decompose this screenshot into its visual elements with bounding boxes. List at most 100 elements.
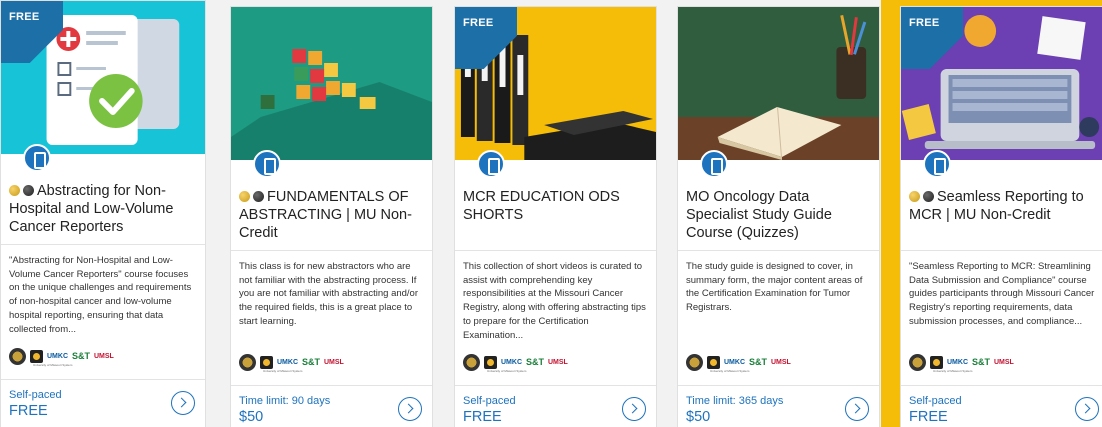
tablet-icon xyxy=(23,144,51,172)
course-title-text[interactable]: Seamless Reporting to MCR | MU Non-Credi… xyxy=(909,189,1084,223)
gold-badge-icon xyxy=(9,185,20,196)
course-description: The study guide is designed to cover, in… xyxy=(686,261,863,314)
course-thumbnail[interactable]: FREE xyxy=(901,7,1102,160)
free-ribbon-label: FREE xyxy=(909,17,940,29)
university-logos: UMKC S&T UMSL University of Missouri Sys… xyxy=(239,352,347,373)
tablet-icon xyxy=(253,150,281,178)
free-ribbon-label: FREE xyxy=(463,17,494,29)
university-logos: UMKC S&T UMSL University of Missouri Sys… xyxy=(686,352,794,373)
tiger-logo-icon xyxy=(484,355,497,369)
course-description: This class is for new abstractors who ar… xyxy=(239,261,419,327)
footer-divider xyxy=(678,385,879,386)
umkc-logo: UMKC xyxy=(277,358,298,366)
logo-caption: University of Missouri System xyxy=(487,369,527,373)
course-title[interactable]: MO Oncology Data Specialist Study Guide … xyxy=(686,188,871,242)
course-title[interactable]: Abstracting for Non-Hospital and Low-Vol… xyxy=(9,182,197,236)
university-logos: UMKC S&T UMSL University of Missouri Sys… xyxy=(9,346,117,367)
umkc-logo: UMKC xyxy=(47,352,68,360)
course-price: $50 xyxy=(686,409,711,425)
umkc-logo: UMKC xyxy=(724,358,745,366)
course-thumbnail[interactable] xyxy=(231,7,432,160)
tablet-icon xyxy=(700,150,728,178)
mu-seal-icon xyxy=(909,353,926,371)
umsl-logo: UMSL xyxy=(548,358,568,366)
open-course-button[interactable] xyxy=(1075,397,1099,421)
dark-badge-icon xyxy=(923,191,934,202)
umkc-logo: UMKC xyxy=(947,358,968,366)
course-card[interactable]: FREE Seamless Reporting to MCR | MU Non-… xyxy=(900,6,1102,427)
footer-divider xyxy=(901,385,1102,386)
st-logo: S&T xyxy=(526,357,544,367)
divider xyxy=(678,250,879,251)
mu-seal-icon xyxy=(686,353,703,371)
dark-badge-icon xyxy=(253,191,264,202)
gold-badge-icon xyxy=(239,191,250,202)
footer-divider xyxy=(231,385,432,386)
tiger-logo-icon xyxy=(930,355,943,369)
course-pace: Time limit: 365 days xyxy=(686,395,784,407)
course-price: FREE xyxy=(463,409,502,425)
course-pace: Self-paced xyxy=(463,395,516,407)
st-logo: S&T xyxy=(72,351,90,361)
course-card[interactable]: MO Oncology Data Specialist Study Guide … xyxy=(677,6,880,427)
free-ribbon-label: FREE xyxy=(9,11,40,23)
university-logos: UMKC S&T UMSL University of Missouri Sys… xyxy=(463,352,571,373)
logo-caption: University of Missouri System xyxy=(33,363,73,367)
free-ribbon: FREE xyxy=(1,1,63,63)
course-thumbnail[interactable] xyxy=(678,7,879,160)
course-price: FREE xyxy=(909,409,948,425)
course-pace: Self-paced xyxy=(909,395,962,407)
course-price: $50 xyxy=(239,409,264,425)
course-title[interactable]: MCR EDUCATION ODS SHORTS xyxy=(463,188,648,224)
st-logo: S&T xyxy=(972,357,990,367)
mu-seal-icon xyxy=(9,347,26,365)
footer-divider xyxy=(1,379,205,380)
course-thumbnail[interactable]: FREE xyxy=(455,7,656,160)
divider xyxy=(1,244,205,245)
logo-caption: University of Missouri System xyxy=(710,369,750,373)
gold-badge-icon xyxy=(909,191,920,202)
tiger-logo-icon xyxy=(260,355,273,369)
mu-seal-icon xyxy=(239,353,256,371)
tiger-logo-icon xyxy=(707,355,720,369)
course-description: This collection of short videos is curat… xyxy=(463,261,646,341)
course-title[interactable]: Seamless Reporting to MCR | MU Non-Credi… xyxy=(909,188,1101,224)
umsl-logo: UMSL xyxy=(94,352,114,360)
course-pace: Self-paced xyxy=(9,389,62,401)
tablet-icon xyxy=(923,150,951,178)
course-card[interactable]: FREE Abstracting for Non-Hospital and Lo… xyxy=(0,0,206,427)
umkc-logo: UMKC xyxy=(501,358,522,366)
tablet-icon xyxy=(477,150,505,178)
divider xyxy=(231,250,432,251)
umsl-logo: UMSL xyxy=(771,358,791,366)
st-logo: S&T xyxy=(302,357,320,367)
course-card[interactable]: FREE MCR EDUCATION ODS SHORTS This colle… xyxy=(454,6,657,427)
tiger-logo-icon xyxy=(30,349,43,363)
open-course-button[interactable] xyxy=(398,397,422,421)
open-course-button[interactable] xyxy=(171,391,195,415)
course-price: FREE xyxy=(9,403,48,419)
course-card[interactable]: FUNDAMENTALS OF ABSTRACTING | MU Non-Cre… xyxy=(230,6,433,427)
open-course-button[interactable] xyxy=(622,397,646,421)
free-ribbon: FREE xyxy=(455,7,517,69)
course-title[interactable]: FUNDAMENTALS OF ABSTRACTING | MU Non-Cre… xyxy=(239,188,424,242)
free-ribbon: FREE xyxy=(901,7,963,69)
course-thumbnail[interactable]: FREE xyxy=(1,1,205,154)
logo-caption: University of Missouri System xyxy=(263,369,303,373)
course-description: "Abstracting for Non-Hospital and Low-Vo… xyxy=(9,255,192,335)
umsl-logo: UMSL xyxy=(994,358,1014,366)
footer-divider xyxy=(455,385,656,386)
divider xyxy=(901,250,1102,251)
course-grid: FREE Abstracting for Non-Hospital and Lo… xyxy=(0,0,1102,427)
logo-caption: University of Missouri System xyxy=(933,369,973,373)
divider xyxy=(455,250,656,251)
st-logo: S&T xyxy=(749,357,767,367)
university-logos: UMKC S&T UMSL University of Missouri Sys… xyxy=(909,352,1017,373)
dark-badge-icon xyxy=(23,185,34,196)
course-title-text[interactable]: FUNDAMENTALS OF ABSTRACTING | MU Non-Cre… xyxy=(239,189,412,241)
mu-seal-icon xyxy=(463,353,480,371)
open-course-button[interactable] xyxy=(845,397,869,421)
umsl-logo: UMSL xyxy=(324,358,344,366)
course-description: "Seamless Reporting to MCR: Streamlining… xyxy=(909,261,1095,327)
course-pace: Time limit: 90 days xyxy=(239,395,331,407)
